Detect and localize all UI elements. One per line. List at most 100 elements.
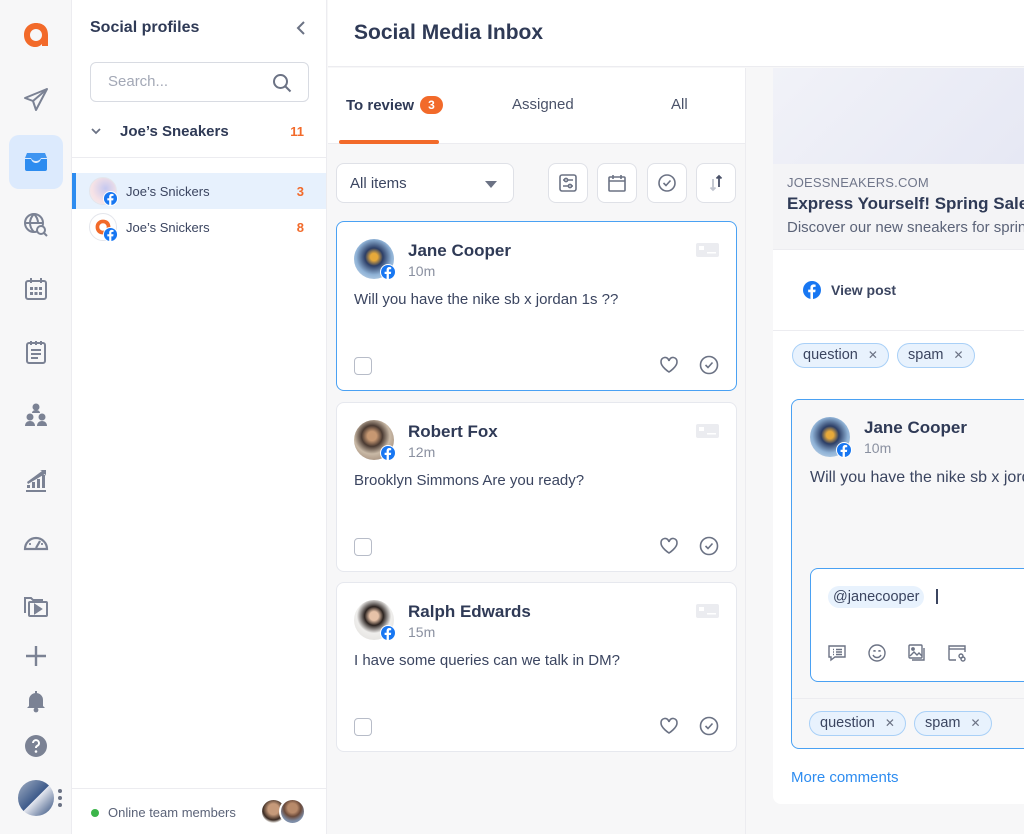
rail-analytics[interactable] — [9, 452, 63, 506]
message-text: Brooklyn Simmons Are you ready? — [354, 472, 585, 489]
link-preview[interactable]: JOESSNEAKERS.COM Express Yourself! Sprin… — [773, 164, 1024, 250]
rail-team[interactable] — [9, 388, 63, 442]
more-comments-link[interactable]: More comments — [791, 769, 899, 786]
profile-count: 8 — [296, 220, 304, 235]
filter-value: All items — [350, 175, 407, 192]
check-circle-icon[interactable] — [699, 355, 719, 375]
panel-title: Social profiles — [90, 19, 200, 36]
message-card[interactable]: Jane Cooper 10m Will you have the nike s… — [336, 221, 737, 391]
tag-label: question — [803, 347, 858, 363]
message-card[interactable]: Ralph Edwards 15m I have some queries ca… — [336, 582, 737, 752]
contact-card-icon[interactable] — [696, 243, 719, 257]
bell-icon — [27, 691, 45, 713]
mark-done-button[interactable] — [647, 163, 687, 203]
online-status-dot — [91, 809, 99, 817]
facebook-icon — [380, 625, 396, 641]
post-image — [773, 68, 1024, 164]
comment-text: Will you have the nike sb x jordan 1s ?? — [810, 469, 1024, 486]
remove-tag-icon[interactable]: ✕ — [885, 716, 895, 730]
user-avatar[interactable] — [18, 780, 54, 816]
reply-box[interactable]: @janecooper — [810, 568, 1024, 682]
emoji-icon[interactable] — [867, 643, 887, 663]
tag-spam[interactable]: spam ✕ — [897, 343, 975, 368]
message-time: 15m — [408, 624, 436, 640]
paper-plane-icon — [24, 88, 48, 111]
select-checkbox[interactable] — [354, 357, 372, 375]
link-description: Discover our new sneakers for spring — [787, 219, 1024, 236]
view-post-label: View post — [831, 282, 897, 298]
chevron-left-icon[interactable] — [294, 20, 308, 36]
tag-spam[interactable]: spam ✕ — [914, 711, 992, 736]
app-logo-icon[interactable] — [19, 18, 53, 52]
tag-label: spam — [925, 715, 961, 731]
team-member-avatar[interactable] — [279, 798, 306, 825]
tab-to-review[interactable]: To review 3 — [339, 96, 443, 144]
mention-chip: @janecooper — [828, 586, 925, 608]
heart-icon[interactable] — [659, 536, 679, 556]
facebook-icon — [103, 191, 118, 206]
sort-button[interactable] — [696, 163, 736, 203]
calendar-icon — [608, 175, 626, 192]
search-input[interactable] — [108, 73, 258, 90]
rail-listening[interactable] — [9, 198, 63, 252]
remove-tag-icon[interactable]: ✕ — [970, 716, 980, 730]
message-card[interactable]: Robert Fox 12m Brooklyn Simmons Are you … — [336, 402, 737, 572]
tab-all[interactable]: All — [671, 96, 688, 144]
filters-button[interactable] — [548, 163, 588, 203]
message-text: Will you have the nike sb x jordan 1s ?? — [354, 291, 619, 308]
plus-icon — [26, 646, 46, 666]
globe-search-icon — [24, 213, 48, 237]
social-profiles-panel: Social profiles Joe’s Sneakers 11 Joe’s … — [72, 0, 327, 834]
profile-item[interactable]: Joe’s Snickers 3 — [72, 173, 326, 209]
calendar-grid-icon — [25, 278, 47, 300]
chart-growth-icon — [26, 470, 46, 492]
facebook-icon — [836, 442, 852, 458]
profile-item[interactable]: Joe’s Snickers 8 — [72, 209, 326, 245]
link-domain: JOESSNEAKERS.COM — [787, 175, 929, 190]
tag-question[interactable]: question ✕ — [809, 711, 906, 736]
contact-card-icon[interactable] — [696, 424, 719, 438]
rail-help[interactable] — [9, 719, 63, 773]
post-panel: JOESSNEAKERS.COM Express Yourself! Sprin… — [773, 68, 1024, 804]
rail-media-library[interactable] — [9, 578, 63, 632]
select-checkbox[interactable] — [354, 538, 372, 556]
remove-tag-icon[interactable]: ✕ — [868, 348, 878, 362]
search-icon[interactable] — [272, 73, 292, 93]
more-vertical-icon[interactable] — [58, 789, 62, 807]
check-circle-icon[interactable] — [699, 536, 719, 556]
check-circle-icon[interactable] — [699, 716, 719, 736]
heart-icon[interactable] — [659, 355, 679, 375]
review-count-badge: 3 — [420, 96, 443, 114]
tag-label: question — [820, 715, 875, 731]
remove-tag-icon[interactable]: ✕ — [953, 348, 963, 362]
tab-label: All — [671, 96, 688, 113]
inbox-tray-icon — [25, 153, 47, 171]
tab-label: Assigned — [512, 96, 574, 113]
online-team-members[interactable]: Online team members — [72, 788, 326, 834]
rail-planner[interactable] — [9, 325, 63, 379]
comment-time: 10m — [864, 440, 892, 456]
image-upload-icon[interactable] — [907, 643, 927, 663]
date-filter-button[interactable] — [597, 163, 637, 203]
select-checkbox[interactable] — [354, 718, 372, 736]
tab-assigned[interactable]: Assigned — [512, 96, 574, 144]
rail-inbox[interactable] — [9, 135, 63, 189]
question-circle-icon — [25, 735, 47, 757]
saved-replies-icon[interactable] — [827, 643, 847, 663]
inbox-list: To review 3 Assigned All All items Jane C… — [328, 68, 746, 834]
filters-icon — [559, 174, 577, 192]
profile-group[interactable]: Joe’s Sneakers 11 — [72, 112, 326, 158]
comment-thread: Jane Cooper 10m Will you have the nike s… — [791, 399, 1024, 749]
heart-icon[interactable] — [659, 716, 679, 736]
rail-calendar[interactable] — [9, 262, 63, 316]
message-time: 12m — [408, 444, 436, 460]
facebook-icon — [803, 281, 821, 299]
items-filter-select[interactable]: All items — [336, 163, 514, 203]
rail-publish[interactable] — [9, 73, 63, 127]
link-preview-icon[interactable] — [947, 643, 967, 663]
contact-card-icon[interactable] — [696, 604, 719, 618]
view-post-link[interactable]: View post — [803, 281, 896, 299]
rail-dashboard[interactable] — [9, 515, 63, 569]
group-count: 11 — [290, 124, 304, 139]
tag-question[interactable]: question ✕ — [792, 343, 889, 368]
